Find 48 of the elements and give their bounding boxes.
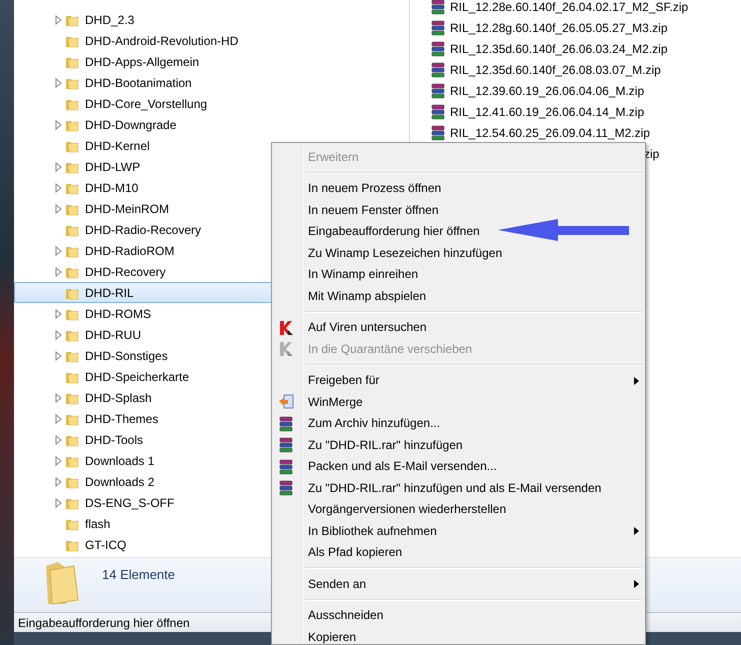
status-text: Eingabeaufforderung hier öffnen (18, 614, 190, 632)
menu-item[interactable]: Eingabeaufforderung hier öffnen (274, 220, 642, 242)
file-item[interactable]: RIL_12.28g.60.140f_26.05.05.27_M3.zip (410, 17, 741, 38)
menu-item[interactable]: Als Pfad kopieren (274, 542, 642, 563)
file-item[interactable]: RIL_12.35d.60.140f_26.06.03.24_M2.zip (410, 38, 741, 59)
large-folder-icon (44, 560, 80, 606)
scan-icon (278, 341, 294, 357)
menu-item[interactable]: Kopieren (274, 626, 642, 644)
archive-icon (430, 0, 446, 14)
menu-item[interactable]: Senden an (274, 573, 642, 594)
tree-item[interactable]: DHD-Downgrade (14, 114, 409, 135)
menu-item[interactable]: Zu Winamp Lesezeichen hinzufügen (274, 242, 642, 264)
file-item[interactable]: RIL_12.54.60.25_26.09.04.11_M2.zip (410, 122, 741, 143)
menu-item[interactable]: WinMerge (274, 391, 642, 412)
file-item[interactable]: RIL_12.28e.60.140f_26.04.02.17_M2_SF.zip (410, 0, 741, 17)
item-count: 14 Elemente (102, 566, 175, 584)
menu-item[interactable]: Zu "DHD-RIL.rar" hinzufügen und als E-Mail versenden (274, 477, 642, 498)
menu-item[interactable]: Vorgängerversionen wiederherstellen (274, 498, 642, 520)
menu-item[interactable]: In Bibliothek aufnehmen (274, 520, 642, 542)
archive-icon (278, 480, 294, 496)
archive-icon (278, 458, 294, 474)
file-item[interactable]: RIL_12.35d.60.140f_26.08.03.07_M.zip (410, 59, 741, 80)
menu-item[interactable]: Auf Viren untersuchen (274, 316, 642, 338)
menu-item[interactable]: In neuem Fenster öffnen (274, 199, 642, 220)
menu-item[interactable]: Ausschneiden (274, 604, 642, 626)
menu-item[interactable]: In Winamp einreihen (274, 264, 642, 285)
merge-icon (278, 394, 294, 410)
tree-item[interactable]: DHD_2.3 (14, 9, 409, 30)
tree-item[interactable]: DHD-Apps-Allgemein (14, 51, 409, 72)
tree-item[interactable]: DHD-Core_Vorstellung (14, 93, 409, 114)
archive-icon (430, 20, 446, 36)
tree-item[interactable]: DHD-Android-Revolution-HD (14, 30, 409, 51)
scan-icon (278, 320, 294, 336)
menu-item[interactable]: Freigeben für (274, 370, 642, 391)
tree-item[interactable]: DHD-Bootanimation (14, 72, 409, 93)
archive-icon (430, 124, 446, 140)
archive-icon (430, 82, 446, 98)
menu-item[interactable]: Packen und als E-Mail versenden... (274, 456, 642, 477)
menu-item[interactable]: In neuem Prozess öffnen (274, 178, 642, 199)
archive-icon (430, 62, 446, 78)
archive-icon (430, 104, 446, 120)
archive-icon (278, 437, 294, 453)
archive-icon (278, 416, 294, 432)
menu-item[interactable]: Zu "DHD-RIL.rar" hinzufügen (274, 434, 642, 456)
archive-icon (430, 40, 446, 56)
file-item[interactable]: RIL_12.39.60.19_26.06.04.06_M.zip (410, 80, 741, 101)
file-item[interactable]: RIL_12.41.60.19_26.06.04.14_M.zip (410, 101, 741, 122)
menu-item[interactable]: Zum Archiv hinzufügen... (274, 412, 642, 434)
